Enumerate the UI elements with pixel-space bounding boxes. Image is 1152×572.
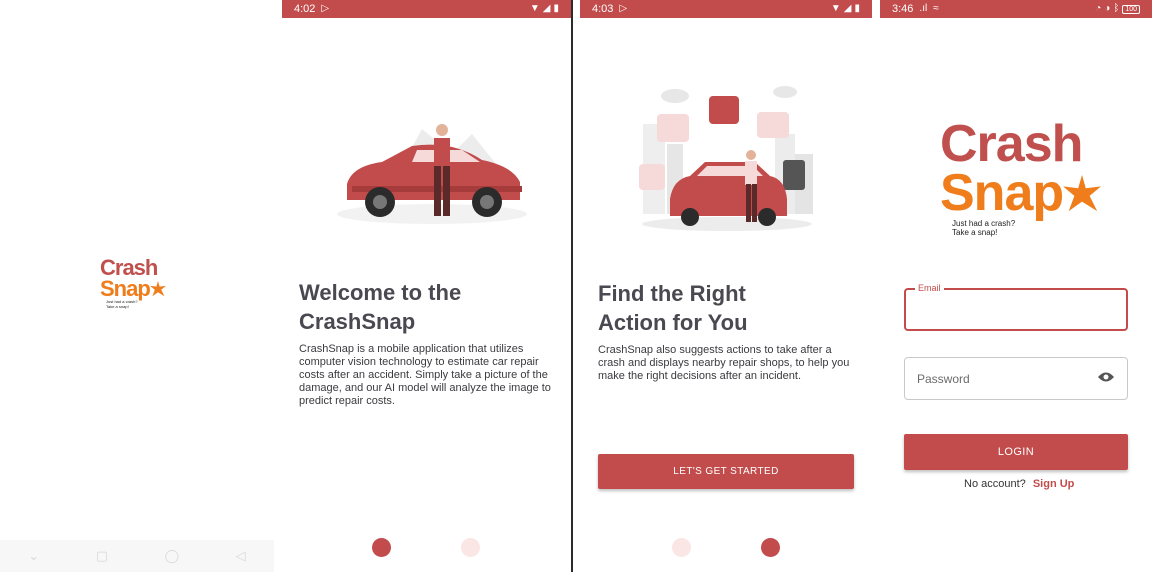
password-placeholder: Password xyxy=(917,371,970,386)
title-line-2: CrashSnap xyxy=(299,309,416,334)
play-store-icon: ▷ xyxy=(619,3,628,14)
logo-crash-text: Crash xyxy=(940,115,1083,173)
status-bar: 4:03 ▷ ▼ ◢ ▮ xyxy=(580,0,872,18)
tagline-line-2: Take a snap! xyxy=(952,228,998,238)
email-field[interactable]: Email xyxy=(904,283,1128,331)
logo-snap-word: Snap xyxy=(940,164,1064,223)
screen-divider xyxy=(571,0,573,572)
logo-snap-text: Snap xyxy=(940,164,1102,223)
onboarding-title: Welcome to the CrashSnap xyxy=(299,278,461,336)
triangle-back-icon[interactable]: ◁ xyxy=(236,548,246,564)
starburst-icon xyxy=(1063,175,1102,212)
signal-icon: .ıl xyxy=(919,3,928,14)
app-logo: Crash Snap Just had a crash? Take a snap… xyxy=(940,115,1102,238)
wifi-icon: ▼ xyxy=(529,3,540,14)
get-started-button[interactable]: LET'S GET STARTED xyxy=(598,454,854,489)
car-person-illustration xyxy=(337,124,527,224)
app-logo: Crash Snap Just had a crash? Take a snap… xyxy=(100,257,166,310)
logo-tagline: Just had a crash? Take a snap! xyxy=(106,299,166,310)
tagline-line-2: Take a snap! xyxy=(106,303,129,309)
page-indicator-dot-2[interactable] xyxy=(461,538,480,557)
bluetooth-icon: ᛒ xyxy=(1113,3,1120,14)
wifi-icon: ≈ xyxy=(933,3,939,14)
onboarding-description: CrashSnap also suggests actions to take … xyxy=(598,344,850,382)
status-time: 4:02 xyxy=(294,3,316,15)
page-indicator-dot-2[interactable] xyxy=(761,538,780,557)
city-car-illustration xyxy=(639,86,813,231)
page-indicator-dot-1[interactable] xyxy=(672,538,691,557)
status-time: 4:03 xyxy=(592,3,614,15)
eye-icon[interactable] xyxy=(1097,370,1115,387)
status-bar: 3:46 .ıl ≈ ◔ ◑ ᛒ 100 xyxy=(880,0,1152,18)
square-icon[interactable]: ▢ xyxy=(96,548,108,564)
battery-level: 100 xyxy=(1122,4,1140,14)
wifi-icon: ▼ xyxy=(830,3,841,14)
status-bar: 4:02 ▷ ▼ ◢ ▮ xyxy=(282,0,571,18)
dnd-icon: ◑ xyxy=(1104,3,1111,14)
logo-snap-word: Snap xyxy=(100,275,151,301)
onboarding-action-screen: 4:03 ▷ ▼ ◢ ▮ Find the Right Action for Y… xyxy=(580,0,872,572)
alarm-icon: ◔ xyxy=(1095,3,1102,14)
logo-snap-text: Snap xyxy=(100,275,166,301)
play-store-icon: ▷ xyxy=(321,3,330,14)
onboarding-welcome-screen: 4:02 ▷ ▼ ◢ ▮ Welcome to the CrashSnap Cr… xyxy=(282,0,571,572)
battery-icon: ▮ xyxy=(854,3,860,14)
no-account-text: No account? xyxy=(964,478,1026,490)
system-nav-bar: ⌄ ▢ ◯ ◁ xyxy=(0,540,274,572)
title-line-1: Welcome to the xyxy=(299,280,462,305)
title-line-2: Action for You xyxy=(598,310,748,335)
splash-screen: Crash Snap Just had a crash? Take a snap… xyxy=(0,0,274,572)
title-line-1: Find the Right xyxy=(598,281,746,306)
email-label: Email xyxy=(915,283,944,293)
onboarding-title: Find the Right Action for You xyxy=(598,279,748,337)
signal-icon: ◢ xyxy=(843,3,852,14)
signal-icon: ◢ xyxy=(542,3,551,14)
login-button[interactable]: LOGIN xyxy=(904,434,1128,470)
signup-link[interactable]: Sign Up xyxy=(1033,478,1075,490)
starburst-icon xyxy=(149,281,166,297)
signup-prompt: No account? Sign Up xyxy=(964,478,1074,490)
onboarding-description: CrashSnap is a mobile application that u… xyxy=(299,343,551,407)
circle-icon[interactable]: ◯ xyxy=(165,548,180,564)
login-screen: 3:46 .ıl ≈ ◔ ◑ ᛒ 100 Crash Snap Just had… xyxy=(880,0,1152,572)
password-field[interactable]: Password xyxy=(904,357,1128,400)
chevron-down-icon[interactable]: ⌄ xyxy=(28,548,39,564)
battery-icon: ▮ xyxy=(553,3,559,14)
page-indicator-dot-1[interactable] xyxy=(372,538,391,557)
status-time: 3:46 xyxy=(892,3,914,15)
